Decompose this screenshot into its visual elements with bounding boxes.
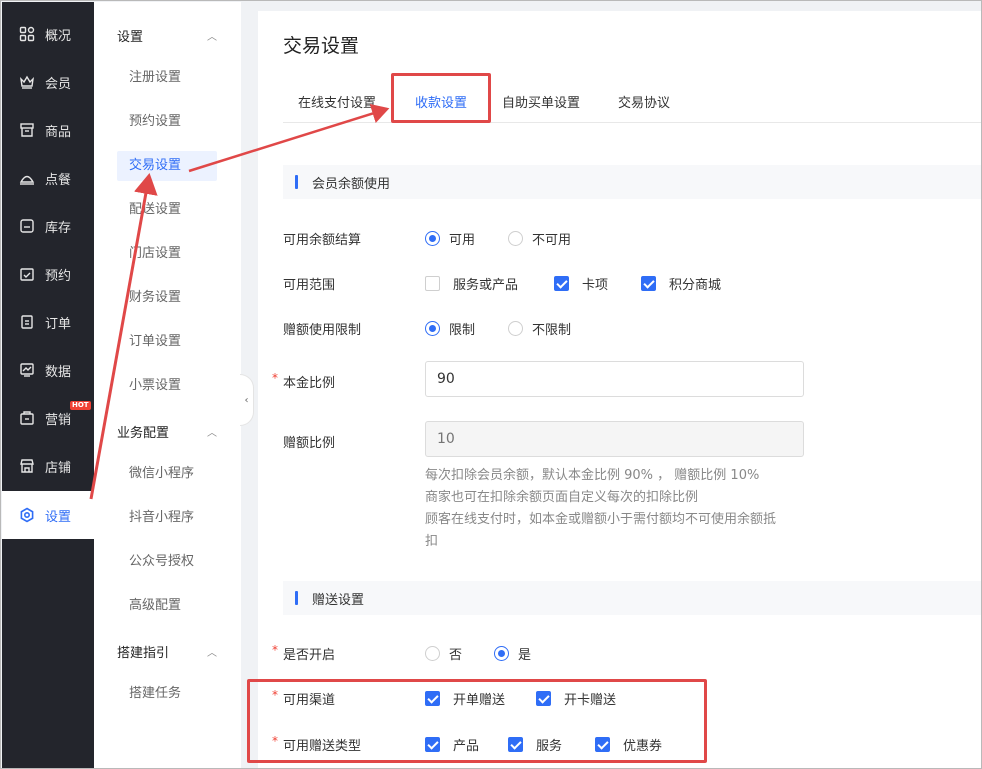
arrow-to-submenu bbox=[89, 173, 158, 500]
annotation-arrows bbox=[89, 103, 390, 500]
arrow-to-tab bbox=[188, 103, 390, 173]
